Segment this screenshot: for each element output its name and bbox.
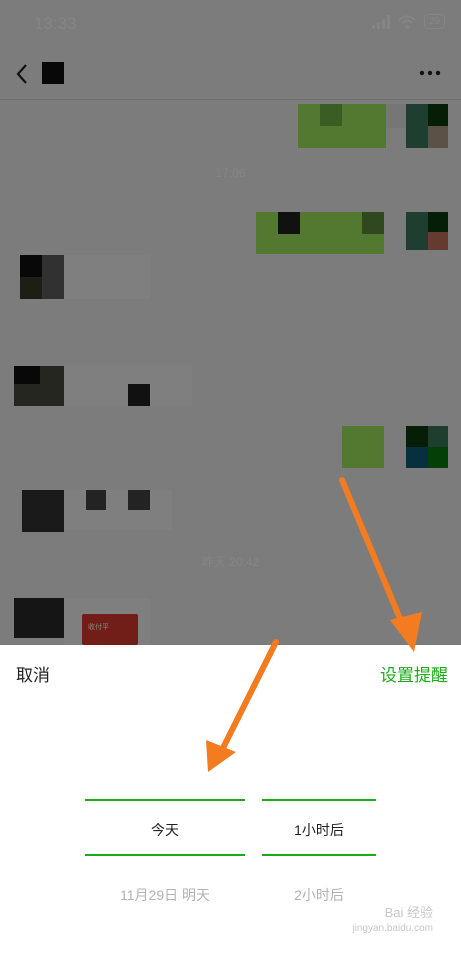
- hour-option-1h[interactable]: 1小时后: [262, 820, 376, 840]
- hour-picker-top-line: [262, 799, 376, 801]
- watermark-brand: Bai 经验: [384, 905, 433, 920]
- watermark-domain: jingyan.baidu.com: [352, 923, 433, 934]
- hour-picker-bottom-line: [262, 854, 376, 856]
- date-option-today[interactable]: 今天: [85, 820, 245, 840]
- hour-option-2h[interactable]: 2小时后: [262, 885, 376, 905]
- date-picker-bottom-line: [85, 854, 245, 856]
- set-reminder-button[interactable]: 设置提醒: [380, 661, 448, 686]
- cancel-button[interactable]: 取消: [16, 661, 50, 686]
- dim-overlay[interactable]: [0, 0, 461, 645]
- watermark: Bai 经验 jingyan.baidu.com: [352, 905, 433, 937]
- date-picker-top-line: [85, 799, 245, 801]
- date-option-tomorrow[interactable]: 11月29日 明天: [85, 885, 245, 905]
